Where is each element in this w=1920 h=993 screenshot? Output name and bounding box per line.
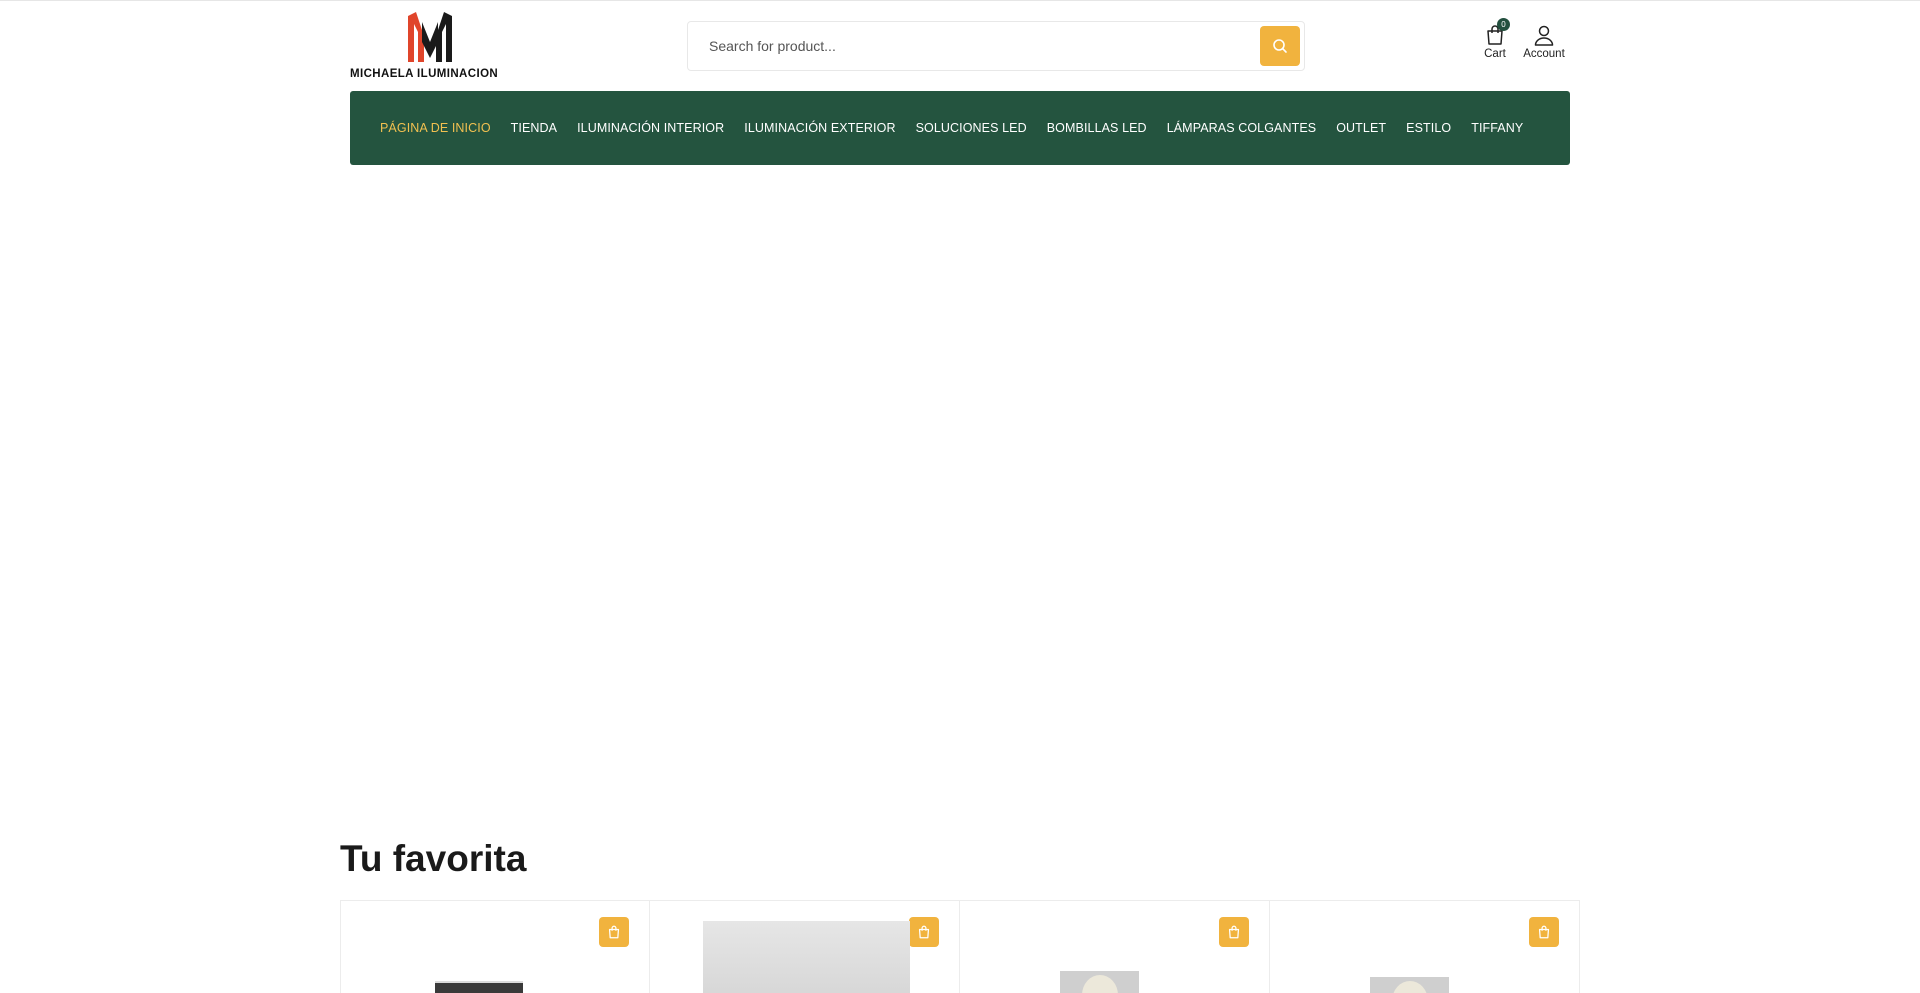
product-image[interactable] bbox=[1370, 977, 1449, 993]
site-logo[interactable]: MICHAELA ILUMINACION bbox=[350, 12, 512, 82]
product-image[interactable] bbox=[435, 981, 523, 993]
account-button[interactable]: Account bbox=[1520, 24, 1568, 60]
add-to-cart-button[interactable] bbox=[599, 917, 629, 947]
add-to-cart-button[interactable] bbox=[909, 917, 939, 947]
nav-item-home[interactable]: PÁGINA DE INICIO bbox=[380, 121, 491, 135]
cart-label: Cart bbox=[1484, 48, 1506, 60]
shopping-bag-icon bbox=[918, 925, 930, 939]
search-button[interactable] bbox=[1260, 26, 1300, 66]
product-image[interactable] bbox=[703, 921, 910, 993]
shopping-bag-icon bbox=[1228, 925, 1240, 939]
account-label: Account bbox=[1523, 48, 1565, 60]
nav-item-iluminacion-interior[interactable]: ILUMINACIÓN INTERIOR bbox=[577, 121, 724, 135]
product-card[interactable] bbox=[960, 900, 1270, 993]
product-card[interactable] bbox=[650, 900, 960, 993]
brand-name: MICHAELA ILUMINACION bbox=[350, 68, 499, 80]
search-icon bbox=[1273, 39, 1287, 53]
nav-item-estilo[interactable]: ESTILO bbox=[1406, 121, 1451, 135]
product-image[interactable] bbox=[1060, 971, 1139, 993]
nav-item-outlet[interactable]: OUTLET bbox=[1336, 121, 1386, 135]
main-navigation: PÁGINA DE INICIO TIENDA ILUMINACIÓN INTE… bbox=[350, 91, 1570, 165]
top-border bbox=[0, 0, 1920, 1]
nav-item-bombillas-led[interactable]: BOMBILLAS LED bbox=[1047, 121, 1147, 135]
nav-item-iluminacion-exterior[interactable]: ILUMINACIÓN EXTERIOR bbox=[744, 121, 895, 135]
product-grid bbox=[340, 900, 1580, 993]
add-to-cart-button[interactable] bbox=[1529, 917, 1559, 947]
logo-mark-icon bbox=[408, 12, 452, 62]
product-card[interactable] bbox=[340, 900, 650, 993]
shopping-bag-icon bbox=[608, 925, 620, 939]
search-input[interactable] bbox=[689, 23, 1259, 69]
nav-item-tiffany[interactable]: TIFFANY bbox=[1471, 121, 1523, 135]
search-bar bbox=[687, 21, 1305, 71]
nav-item-soluciones-led[interactable]: SOLUCIONES LED bbox=[916, 121, 1027, 135]
add-to-cart-button[interactable] bbox=[1219, 917, 1249, 947]
section-title: Tu favorita bbox=[340, 838, 527, 879]
nav-item-tienda[interactable]: TIENDA bbox=[511, 121, 557, 135]
product-card[interactable] bbox=[1270, 900, 1580, 993]
cart-button[interactable]: 0 Cart bbox=[1480, 18, 1510, 60]
cart-count-badge: 0 bbox=[1497, 18, 1510, 31]
user-icon bbox=[1534, 25, 1554, 46]
shopping-bag-icon bbox=[1538, 925, 1550, 939]
nav-item-lamparas-colgantes[interactable]: LÁMPARAS COLGANTES bbox=[1167, 121, 1317, 135]
